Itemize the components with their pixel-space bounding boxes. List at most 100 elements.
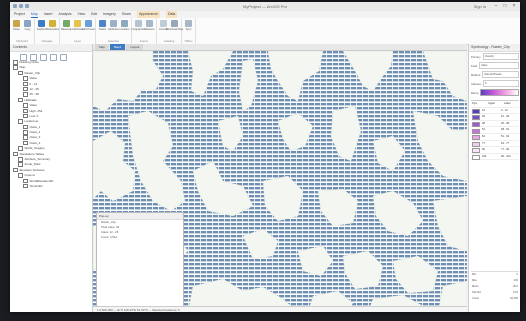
layer-label: High: 254 [29,108,43,113]
ribbon-tool-button[interactable]: Download Map [166,20,183,31]
class-swatch[interactable] [472,141,480,147]
visibility-checkbox[interactable] [13,151,18,157]
visibility-checkbox[interactable] [23,130,28,135]
class-row[interactable]: 38 25 - 38 [471,121,519,128]
color-ramp-dropdown[interactable] [480,89,519,96]
ribbon-tool-button[interactable]: Sync [184,20,193,31]
class-row[interactable]: 12 0 - 12 [471,108,519,115]
ribbon-tool-button[interactable]: Explore [37,20,46,31]
list-by-editing-icon[interactable] [50,54,57,61]
visibility-checkbox[interactable] [23,92,28,97]
map-view[interactable]: Map Map1 Layout Pop-up Raster_Clip Pixel… [93,44,467,312]
visibility-checkbox[interactable] [18,146,23,151]
ribbon-tool-button[interactable]: Infographics [131,20,146,31]
class-row[interactable]: 64 51 - 64 [471,134,519,141]
ribbon-tab[interactable]: Edit [91,11,97,18]
visibility-checkbox[interactable] [18,157,23,162]
visibility-checkbox[interactable] [23,113,28,119]
layer-label: Value [29,103,37,108]
class-swatch[interactable] [472,115,480,121]
ribbon-tool-button[interactable]: Basemap [61,20,72,31]
field-dropdown[interactable]: Value [479,62,519,69]
class-swatch[interactable] [472,148,480,154]
field-dropdown[interactable]: Classify [482,53,519,60]
contents-pane: Contents Drawing Order Map Raster_Clip Valu… [10,44,93,312]
class-label: 90 - 103 [501,154,511,158]
visibility-checkbox[interactable] [13,60,18,65]
ribbon-tab[interactable]: View [78,11,86,18]
pop-up-rows: Raster_Clip Pixel value: 18 Class: 12 - 25… [97,220,183,240]
class-row[interactable]: 25 12 - 25 [471,114,519,121]
ribbon-tab[interactable]: Project [14,11,25,18]
ribbon-tool-button[interactable]: Location [120,20,129,31]
visibility-checkbox[interactable] [23,183,28,189]
visibility-checkbox[interactable] [23,108,28,114]
class-row[interactable]: 77 64 - 77 [471,141,519,148]
visibility-checkbox[interactable] [18,162,23,167]
list-by-snapping-icon[interactable] [60,54,67,61]
class-swatch[interactable] [472,155,480,161]
visibility-checkbox[interactable] [23,135,28,140]
visibility-checkbox[interactable] [13,65,18,70]
visibility-checkbox[interactable] [23,178,28,184]
ribbon-tool-button[interactable]: Bookmarks [46,20,59,31]
visibility-checkbox[interactable] [23,86,28,92]
sign-in-link[interactable]: Sign in [474,4,486,9]
visibility-checkbox[interactable] [23,76,28,81]
visibility-checkbox[interactable] [18,119,23,124]
ribbon-group: Explore Bookmarks Navigate [35,18,60,44]
ribbon-tool-button[interactable]: Attributes [108,20,119,31]
ribbon-tool-button[interactable]: Paste [12,20,21,31]
ribbon-tab[interactable]: Appearance [137,11,160,18]
symbology-field-row: Classes 5 [469,79,520,88]
tool-label: Copy [24,28,31,31]
visibility-checkbox[interactable] [18,97,23,103]
map-tab[interactable]: Map1 [109,44,126,50]
ribbon-tool-button[interactable]: Add Data [72,20,83,31]
ribbon-tab[interactable]: Insert [44,11,53,18]
field-label: Ramp [471,90,479,95]
visibility-checkbox[interactable] [18,173,23,178]
ribbon-tab[interactable]: Map [30,11,38,18]
class-swatch[interactable] [472,122,480,128]
symbology-field-row: Ramp [469,88,520,97]
class-row[interactable]: 103 90 - 103 [471,154,519,161]
map-tab[interactable]: Map [95,44,109,50]
visibility-checkbox[interactable] [18,70,23,76]
ribbon-tool-button[interactable]: Select [98,20,107,31]
visibility-checkbox[interactable] [23,81,28,87]
visibility-checkbox[interactable] [23,140,28,146]
field-dropdown[interactable]: Natural Breaks [482,71,519,78]
ribbon-tab[interactable]: Share [122,11,131,18]
visibility-checkbox[interactable] [13,167,18,173]
list-by-selection-icon[interactable] [40,54,47,61]
class-row[interactable]: 51 38 - 51 [471,127,519,134]
column-header: Upper [488,102,496,105]
app-window: MyProject — ArcGIS Pro Sign in – □ × Pro… [10,2,520,312]
class-label: 25 - 38 [501,121,510,125]
class-swatch[interactable] [472,135,480,141]
field-dropdown[interactable]: 5 [482,80,519,87]
minimize-button[interactable]: – [492,3,500,9]
class-swatch[interactable] [472,108,480,114]
close-button[interactable]: × [510,3,518,9]
ribbon-tab[interactable]: Data [165,11,178,18]
map-tab[interactable]: Layout [126,44,144,50]
pop-up-window[interactable]: Pop-up Raster_Clip Pixel value: 18 Class: … [96,212,184,312]
class-swatch[interactable] [472,128,480,134]
maximize-button[interactable]: □ [501,3,509,9]
visibility-checkbox[interactable] [23,124,28,130]
symbology-title: Symbology - Raster_Clip [469,44,520,52]
layer-label: Ground [24,173,35,178]
class-label: 64 - 77 [501,141,510,145]
ribbon-tool-button[interactable]: Measure [144,20,155,31]
layer-tree-item[interactable]: Terrain3D [10,183,92,189]
ribbon-tab[interactable]: Imagery [103,11,116,18]
field-label: Field [471,63,478,68]
visibility-checkbox[interactable] [23,103,28,108]
tool-icon [85,20,92,27]
ribbon-tab[interactable]: Analysis [58,11,71,18]
ribbon-tool-button[interactable]: Copy [23,20,32,31]
ribbon-tool-button[interactable]: Add Preset [82,20,95,31]
class-row[interactable]: 90 77 - 90 [471,147,519,154]
